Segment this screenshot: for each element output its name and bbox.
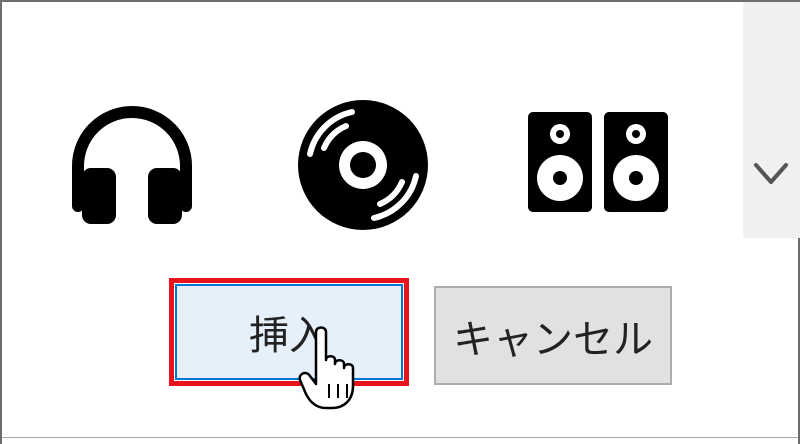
cancel-button[interactable]: キャンセル [434, 286, 672, 385]
vinyl-disc-icon[interactable] [296, 98, 430, 232]
speakers-icon[interactable] [528, 112, 668, 212]
chevron-down-icon[interactable] [743, 150, 800, 200]
insert-button[interactable]: 挿入 [169, 278, 409, 386]
headphones-icon[interactable] [62, 102, 202, 224]
vertical-scrollbar[interactable] [743, 2, 800, 238]
dialog-bottom-border [2, 437, 798, 438]
symbol-picker-dialog: 挿入 キャンセル [0, 0, 800, 444]
hand-pointer-icon [298, 326, 355, 410]
